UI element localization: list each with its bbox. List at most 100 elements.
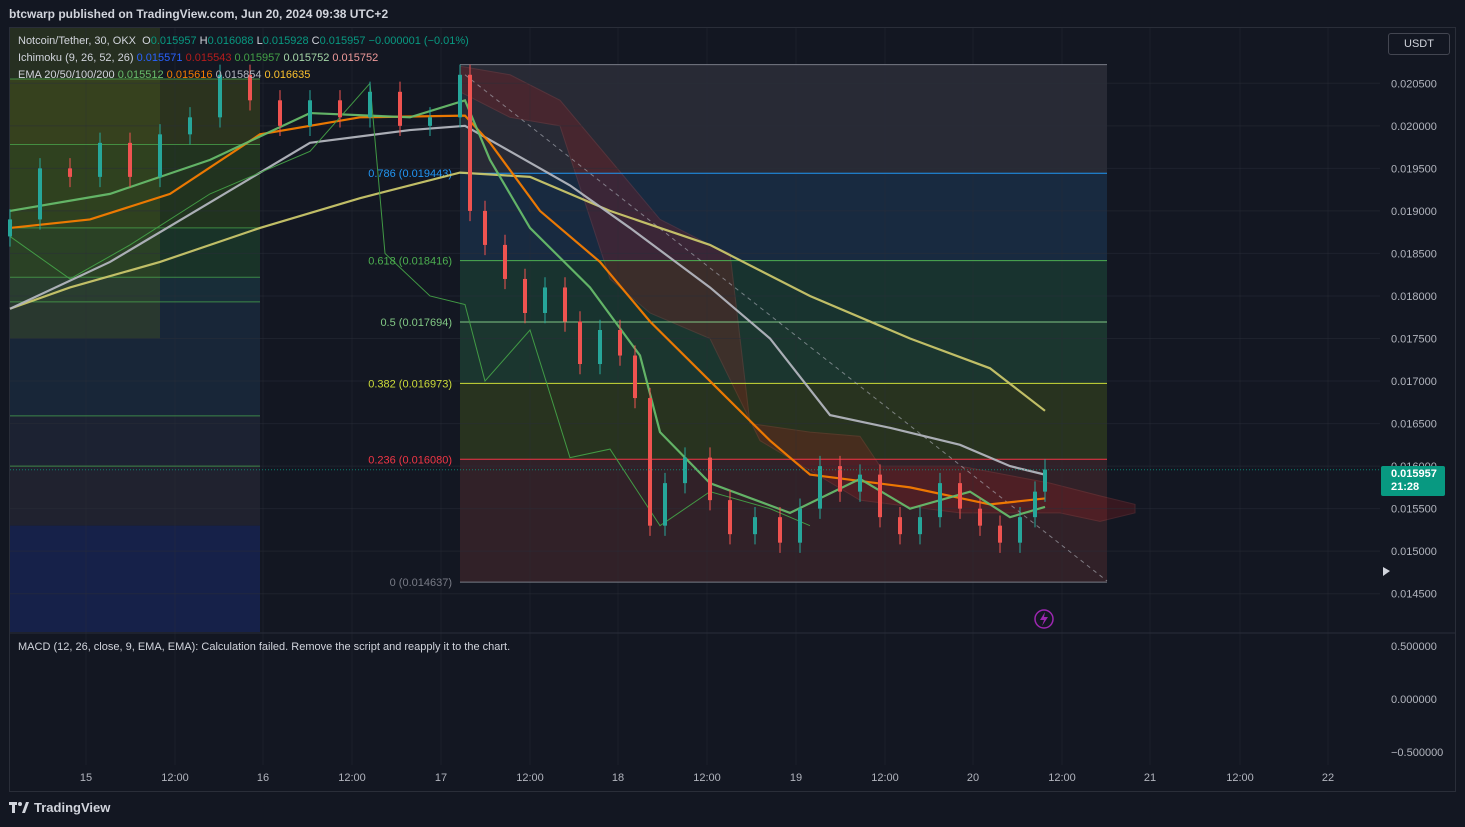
ema-label[interactable]: EMA 20/50/100/200 (18, 69, 115, 81)
x-tick-label: 12:00 (871, 772, 899, 784)
candle-body (978, 508, 982, 526)
fib-level-label: 0.618 (0.018416) (368, 256, 452, 268)
y-tick-label: 0.015000 (1391, 546, 1437, 558)
macd-tick-label: 0.500000 (1391, 641, 1437, 653)
candle-body (8, 219, 12, 237)
candle-body (543, 287, 547, 313)
high-label: H (199, 35, 208, 47)
ema-value-3: 0.016635 (261, 69, 311, 81)
left-fib-band (10, 466, 260, 526)
candle-body (468, 74, 472, 211)
candle-body (918, 517, 922, 535)
candle-body (218, 74, 222, 118)
candle-body (648, 398, 652, 526)
footer (0, 793, 1465, 827)
fib-level-label: 0 (0.014637) (390, 577, 452, 589)
close-label: C (311, 35, 320, 47)
candle-body (563, 287, 567, 322)
candle-body (503, 244, 507, 279)
candle-body (158, 134, 162, 177)
candle-body (878, 474, 882, 518)
bar-countdown: 21:28 (1391, 481, 1420, 493)
candle-body (68, 168, 72, 177)
ichimoku-legend[interactable]: Ichimoku (9, 26, 52, 26) 0.015571 0.0155… (18, 52, 378, 64)
y-tick-label: 0.020000 (1391, 121, 1437, 133)
candle-body (98, 142, 102, 177)
candle-body (428, 117, 432, 126)
candle-body (578, 321, 582, 365)
ichimoku-value-2: 0.015957 (231, 52, 281, 64)
ichimoku-value-4: 0.015752 (329, 52, 379, 64)
ichimoku-value-0: 0.015571 (136, 52, 183, 64)
candle-body (818, 466, 822, 509)
symbol-label[interactable]: Notcoin/Tether, 30, OKX (18, 35, 136, 47)
ichimoku-value-1: 0.015543 (182, 52, 232, 64)
scroll-right-icon[interactable] (1383, 567, 1390, 576)
x-tick-label: 12:00 (516, 772, 544, 784)
x-tick-label: 20 (967, 772, 979, 784)
fib-level-label: 0.5 (0.017694) (380, 317, 452, 329)
candle-body (1043, 469, 1047, 492)
ema-value-0: 0.015512 (117, 69, 164, 81)
x-tick-label: 12:00 (1226, 772, 1254, 784)
y-tick-label: 0.016500 (1391, 419, 1437, 431)
candle-body (998, 525, 1002, 543)
lightning-icon-bolt (1040, 612, 1048, 626)
candle-body (898, 517, 902, 535)
candle-body (188, 117, 192, 135)
fib-zone (460, 260, 1107, 323)
x-tick-label: 12:00 (161, 772, 189, 784)
candle-body (753, 517, 757, 535)
y-tick-label: 0.014500 (1391, 589, 1437, 601)
lightning-icon[interactable] (1034, 609, 1054, 629)
candle-body (728, 500, 732, 535)
open-label: O (142, 35, 151, 47)
last-price-value: 0.015957 (1391, 468, 1437, 480)
x-tick-label: 22 (1322, 772, 1334, 784)
x-tick-label: 16 (257, 772, 269, 784)
candle-body (308, 100, 312, 126)
candle-body (798, 508, 802, 543)
close-value: 0.015957 (319, 35, 366, 47)
x-tick-label: 15 (80, 772, 92, 784)
change-value: −0.000001 (−0.01%) (368, 35, 469, 47)
y-tick-label: 0.017500 (1391, 334, 1437, 346)
candle-body (958, 483, 962, 509)
x-tick-label: 19 (790, 772, 802, 784)
candle-body (633, 355, 637, 399)
candle-body (368, 91, 372, 118)
currency-button[interactable]: USDT (1388, 33, 1450, 55)
candle-body (278, 100, 282, 126)
fib-zone (460, 173, 1107, 261)
candle-body (338, 100, 342, 118)
candle-body (598, 330, 602, 365)
candle-body (708, 457, 712, 501)
candle-body (38, 168, 42, 220)
candle-body (398, 91, 402, 126)
y-tick-label: 0.019000 (1391, 206, 1437, 218)
ema-value-1: 0.015616 (163, 69, 213, 81)
macd-legend[interactable]: MACD (12, 26, close, 9, EMA, EMA): Calcu… (18, 641, 510, 653)
candle-body (683, 457, 687, 484)
open-value: 0.015957 (150, 35, 197, 47)
candle-body (458, 74, 462, 118)
x-tick-label: 12:00 (1048, 772, 1076, 784)
y-tick-label: 0.017000 (1391, 376, 1437, 388)
candle-body (938, 483, 942, 518)
chart-canvas[interactable]: 0.786 (0.019443)0.618 (0.018416)0.5 (0.0… (0, 0, 1465, 827)
low-value: 0.015928 (262, 35, 309, 47)
x-tick-label: 12:00 (338, 772, 366, 784)
ohlc-legend[interactable]: Notcoin/Tether, 30, OKX O0.015957 H0.016… (18, 35, 469, 47)
fib-level-label: 0.236 (0.016080) (368, 454, 452, 466)
high-value: 0.016088 (207, 35, 254, 47)
y-tick-label: 0.015500 (1391, 504, 1437, 516)
ema-legend[interactable]: EMA 20/50/100/200 0.015512 0.015616 0.01… (18, 69, 310, 81)
ichimoku-label[interactable]: Ichimoku (9, 26, 52, 26) (18, 52, 134, 64)
tradingview-logo[interactable]: TradingView (9, 800, 110, 815)
candle-body (1018, 517, 1022, 543)
tradingview-logo-text: TradingView (34, 800, 111, 815)
candle-body (618, 330, 622, 356)
y-tick-label: 0.019500 (1391, 163, 1437, 175)
candle-body (483, 210, 487, 245)
x-tick-label: 12:00 (693, 772, 721, 784)
